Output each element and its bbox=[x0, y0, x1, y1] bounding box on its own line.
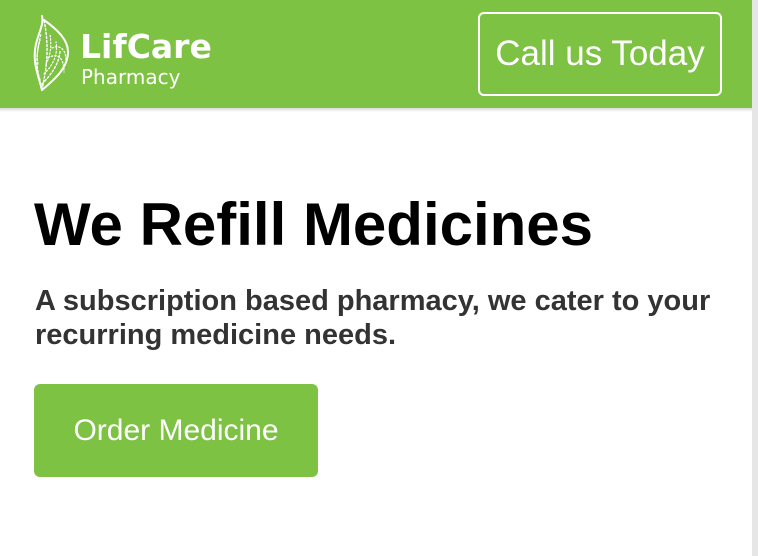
brand-subtitle: Pharmacy bbox=[81, 65, 181, 89]
hero-title: We Refill Medicines bbox=[34, 191, 594, 258]
leaf-icon bbox=[33, 15, 70, 91]
browser-viewport: LifCare Pharmacy Call us Today We Refill… bbox=[0, 0, 758, 556]
brand-text: LifCare Pharmacy bbox=[80, 14, 212, 89]
header-shadow bbox=[0, 108, 752, 112]
landing-page: LifCare Pharmacy Call us Today We Refill… bbox=[0, 0, 752, 556]
brand-logo[interactable]: LifCare Pharmacy bbox=[28, 14, 212, 94]
hero-subtitle: A subscription based pharmacy, we cater … bbox=[35, 285, 711, 351]
site-header: LifCare Pharmacy Call us Today bbox=[0, 0, 752, 108]
call-us-button[interactable]: Call us Today bbox=[478, 12, 722, 96]
brand-name: LifCare bbox=[80, 27, 212, 66]
order-medicine-button[interactable]: Order Medicine bbox=[34, 384, 318, 477]
